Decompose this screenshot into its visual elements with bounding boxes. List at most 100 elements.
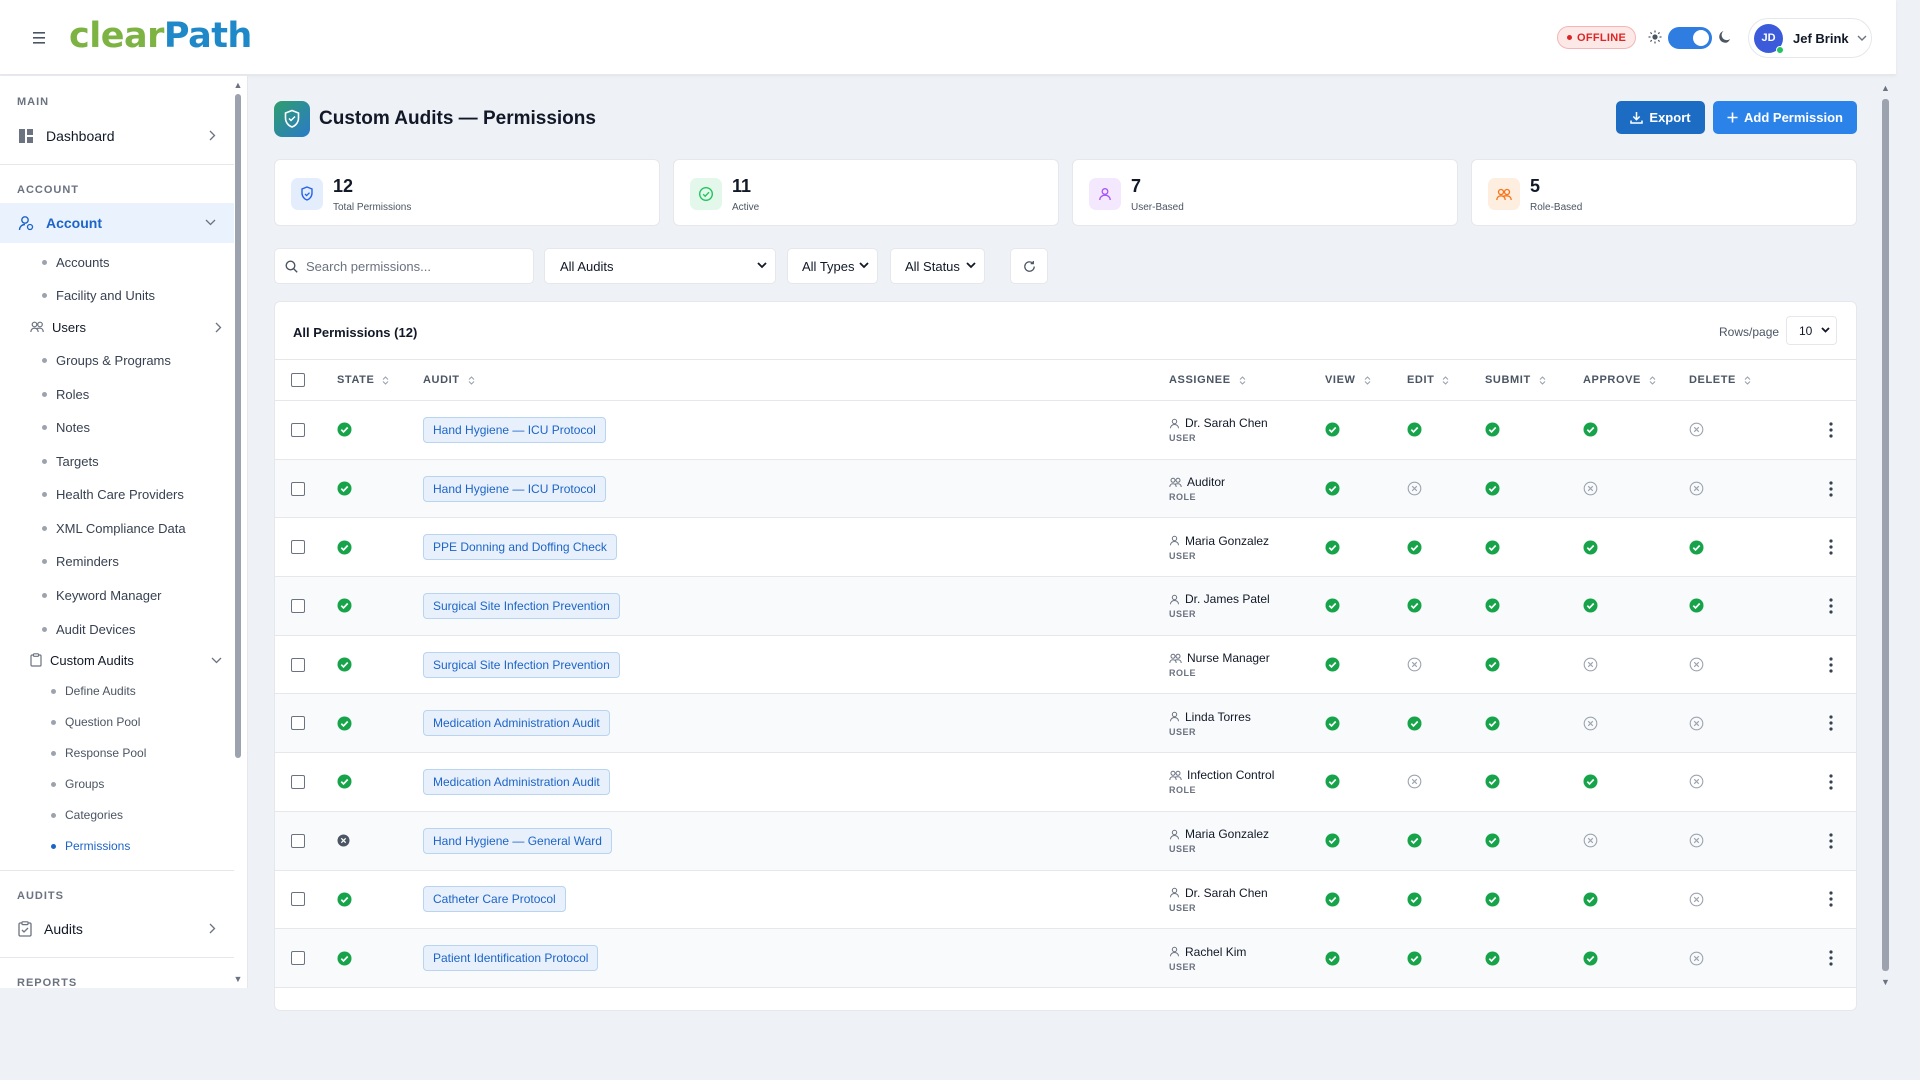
active-check-icon [337,774,423,789]
table-row[interactable]: Patient Identification Protocol Rachel Ki… [275,928,1856,988]
scrollbar-thumb[interactable] [235,94,241,758]
row-checkbox[interactable] [291,951,305,966]
audit-link[interactable]: Medication Administration Audit [423,768,610,795]
more-actions-icon[interactable] [1829,422,1856,438]
table-row[interactable]: Hand Hygiene — General Ward Maria Gonzale… [275,811,1856,870]
more-actions-icon[interactable] [1829,833,1856,849]
audit-link[interactable]: PPE Donning and Doffing Check [423,534,617,561]
sidebar-item-groups-programs[interactable]: Groups & Programs [42,349,171,371]
sidebar-item-users[interactable]: Users [30,316,224,338]
user-menu-button[interactable]: JD Jef Brink [1748,18,1872,58]
row-checkbox[interactable] [291,481,305,496]
audit-link[interactable]: Catheter Care Protocol [423,886,566,913]
audit-link[interactable]: Surgical Site Infection Prevention [423,592,620,619]
status-filter-select[interactable]: All Status [890,248,985,284]
scroll-down-icon[interactable]: ▼ [233,974,243,984]
row-checkbox[interactable] [291,833,305,848]
row-checkbox[interactable] [291,716,305,731]
assignee-cell: Dr. James Patel USER [1169,577,1325,636]
row-checkbox[interactable] [291,598,305,613]
column-header-delete[interactable]: DELETE [1689,360,1785,401]
sidebar-item-custom-audits[interactable]: Custom Audits [30,649,224,671]
audit-link[interactable]: Hand Hygiene — ICU Protocol [423,475,606,502]
column-header-edit[interactable]: EDIT [1407,360,1485,401]
select-all-checkbox[interactable] [291,373,305,387]
row-checkbox[interactable] [291,422,305,437]
table-row[interactable]: Hand Hygiene — ICU Protocol Dr. Sarah Che… [275,401,1856,460]
add-permission-button[interactable]: Add Permission [1713,101,1857,134]
table-row[interactable]: Surgical Site Infection Prevention Dr. Ja… [275,576,1856,636]
user-icon [1169,946,1180,957]
type-filter-select[interactable]: All Types [787,248,878,284]
table-row[interactable]: Medication Administration Audit Infection… [275,753,1856,812]
audit-link[interactable]: Medication Administration Audit [423,710,610,737]
export-button[interactable]: Export [1616,101,1705,134]
brand-logo[interactable]: clearPath [69,16,252,56]
scroll-up-icon[interactable]: ▲ [1880,83,1891,93]
search-box[interactable] [274,248,534,284]
sidebar-item-roles[interactable]: Roles [42,383,89,405]
table-row[interactable]: PPE Donning and Doffing Check Maria Gonza… [275,518,1856,577]
sidebar-item-groups[interactable]: Groups [51,774,104,794]
column-header-approve[interactable]: APPROVE [1583,360,1689,401]
sidebar-item-dashboard[interactable]: Dashboard [0,116,234,156]
sidebar-item-health-care-providers[interactable]: Health Care Providers [42,483,184,505]
column-header-audit[interactable]: AUDIT [423,360,1169,401]
row-checkbox[interactable] [291,892,305,907]
column-header-view[interactable]: VIEW [1325,360,1407,401]
sidebar-item-response-pool[interactable]: Response Pool [51,743,146,763]
scroll-up-icon[interactable]: ▲ [233,80,243,90]
audit-link[interactable]: Hand Hygiene — ICU Protocol [423,416,606,443]
column-label: DELETE [1689,374,1736,386]
sidebar-item-question-pool[interactable]: Question Pool [51,712,140,732]
audit-link[interactable]: Hand Hygiene — General Ward [423,827,612,854]
rows-per-page-select[interactable]: 10 [1786,316,1837,345]
more-actions-icon[interactable] [1829,656,1856,673]
table-row[interactable]: Surgical Site Infection Prevention Nurse … [275,635,1856,694]
dark-mode-toggle[interactable] [1668,27,1712,49]
column-header-submit[interactable]: SUBMIT [1485,360,1583,401]
audit-filter-select[interactable]: All Audits [544,248,776,284]
main-scrollbar[interactable]: ▲ ▼ [1880,83,1891,987]
more-actions-icon[interactable] [1829,480,1856,497]
sidebar-item-audit-devices[interactable]: Audit Devices [42,618,135,640]
more-actions-icon[interactable] [1829,950,1856,966]
column-header-state[interactable]: STATE [337,360,423,401]
sidebar-item-permissions[interactable]: Permissions [51,836,130,856]
scrollbar-thumb[interactable] [1882,99,1889,971]
column-header-assignee[interactable]: ASSIGNEE [1169,360,1325,401]
table-row[interactable]: Medication Administration Audit Linda Tor… [275,693,1856,753]
search-input[interactable] [306,258,516,274]
sidebar-item-notes[interactable]: Notes [42,416,90,438]
row-checkbox[interactable] [291,540,305,555]
bullet-icon [42,292,47,298]
sidebar-item-accounts[interactable]: Accounts [42,251,109,273]
status-badge-label: OFFLINE [1577,31,1627,44]
sidebar-item-targets[interactable]: Targets [42,450,99,472]
scroll-down-icon[interactable]: ▼ [1880,977,1891,987]
audit-link[interactable]: Surgical Site Infection Prevention [423,651,620,678]
more-actions-icon[interactable] [1829,891,1856,907]
sidebar-scrollbar[interactable]: ▲ ▼ [233,80,243,984]
sidebar-item-keyword-manager[interactable]: Keyword Manager [42,584,162,606]
column-label: EDIT [1407,374,1435,386]
more-actions-icon[interactable] [1829,598,1856,614]
hamburger-menu-icon[interactable] [31,28,49,48]
sidebar-item-categories[interactable]: Categories [51,805,123,825]
sidebar-item-define-audits[interactable]: Define Audits [51,681,136,701]
audit-link[interactable]: Patient Identification Protocol [423,945,599,972]
table-row[interactable]: Catheter Care Protocol Dr. Sarah Chen USER [275,870,1856,929]
sidebar-item-xml-compliance-data[interactable]: XML Compliance Data [42,517,186,539]
sidebar-item-facility-and-units[interactable]: Facility and Units [42,284,155,306]
more-actions-icon[interactable] [1829,715,1856,731]
more-actions-icon[interactable] [1829,539,1856,555]
more-actions-icon[interactable] [1829,774,1856,790]
row-checkbox[interactable] [291,657,305,672]
refresh-button[interactable] [1010,248,1048,284]
sidebar-item-audits[interactable]: Audits [0,909,234,949]
table-row[interactable]: Hand Hygiene — ICU Protocol Auditor ROLE [275,459,1856,518]
sidebar-item-reminders[interactable]: Reminders [42,550,119,572]
sidebar-label-dashboard: Dashboard [46,128,115,144]
row-checkbox[interactable] [291,774,305,789]
sidebar-item-account[interactable]: Account [0,203,234,243]
